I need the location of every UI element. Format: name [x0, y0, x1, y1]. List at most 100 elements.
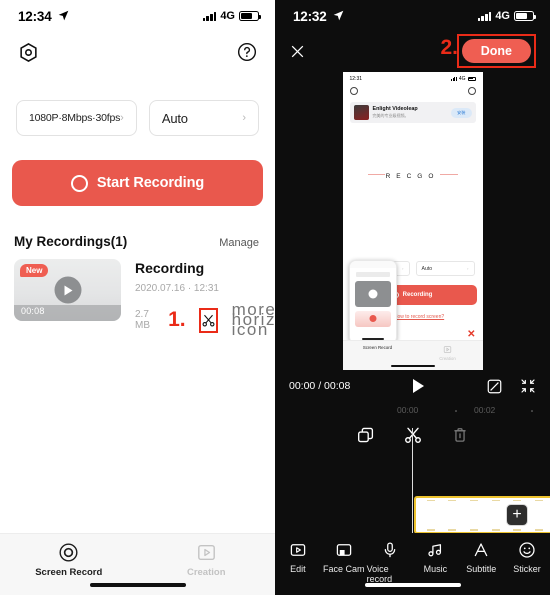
tool-music[interactable]: Music: [412, 541, 458, 574]
left-phone-screen: 12:34 4G 1080P·8Mbps·30fps › Auto › Star…: [0, 0, 326, 595]
video-play-icon: [197, 544, 215, 561]
sidebar-item-creation[interactable]: Creation: [138, 542, 276, 578]
preview-status-bar: 12:31 4G: [343, 72, 483, 85]
network-type-label: 4G: [220, 10, 235, 22]
how-to-link-text: How to record screen?: [393, 314, 445, 321]
dual-phone-screenshot: 12:34 4G 1080P·8Mbps·30fps › Auto › Star…: [0, 0, 550, 595]
tool-edit[interactable]: Edit: [275, 541, 321, 574]
play-button-icon[interactable]: [54, 276, 81, 304]
done-button[interactable]: Done: [461, 39, 531, 63]
preview-floating-window: [348, 260, 397, 344]
hex-settings-icon[interactable]: [16, 40, 40, 64]
music-note-icon: [428, 544, 442, 557]
start-recording-button[interactable]: Start Recording: [12, 160, 263, 206]
battery-icon: [514, 11, 537, 21]
floating-window-text: [355, 272, 390, 277]
tool-voice-record[interactable]: Voice record: [367, 541, 413, 584]
my-recordings-title: My Recordings(1): [14, 234, 128, 249]
ruler-tick: [531, 410, 533, 412]
tool-face-cam-label: Face Cam: [322, 564, 365, 574]
timeline-clip[interactable]: +: [414, 496, 550, 534]
scissors-icon[interactable]: [198, 307, 218, 333]
preview-watermark: RECGO: [343, 165, 483, 183]
orientation-selector-label: Auto: [161, 110, 188, 126]
floating-window-thumb: [354, 281, 391, 307]
chevron-right-icon: ›: [120, 112, 124, 124]
status-indicators: 4G: [477, 10, 537, 22]
compress-icon[interactable]: [520, 378, 536, 394]
watermark-text: RECGO: [384, 173, 441, 180]
preview-signal-icon: [451, 76, 457, 81]
tool-subtitle[interactable]: Subtitle: [458, 541, 504, 574]
tool-voice-record-label: Voice record: [366, 564, 393, 584]
ruler-label-0: 00:00: [397, 405, 419, 415]
tool-subtitle-label: Subtitle: [466, 564, 497, 574]
timeline-ruler: 00:00 00:02: [275, 402, 550, 418]
video-preview-frame[interactable]: 12:31 4G Enlight Videoleap 完美的专业级视频。 安装 …: [342, 72, 483, 370]
tool-face-cam[interactable]: Face Cam: [321, 541, 367, 574]
record-circle-icon: [59, 543, 78, 562]
tool-sticker[interactable]: Sticker: [504, 541, 550, 574]
manage-button[interactable]: Manage: [219, 237, 259, 249]
tool-music-label: Music: [423, 564, 448, 574]
tab-label-screen-record: Screen Record: [35, 567, 103, 578]
contrast-square-icon[interactable]: [486, 378, 503, 395]
quality-selector-label: 1080P·8Mbps·30fps: [29, 112, 121, 124]
status-time: 12:32: [293, 9, 344, 24]
recording-settings-row: 1080P·8Mbps·30fps › Auto ›: [0, 64, 275, 136]
close-x-icon[interactable]: [289, 43, 306, 60]
preview-help-icon: [467, 87, 476, 95]
editor-top-bar: 2. Done: [275, 32, 550, 70]
recording-thumbnail[interactable]: New 00:08: [14, 259, 121, 321]
location-arrow-icon: [58, 10, 69, 21]
clip-ticks-top: [420, 499, 550, 501]
ruler-tick: [455, 410, 457, 412]
question-circle-icon[interactable]: [235, 40, 259, 64]
add-clip-button[interactable]: +: [506, 504, 528, 526]
play-button[interactable]: [350, 379, 486, 393]
tab-label-creation: Creation: [186, 567, 226, 578]
my-recordings-header: My Recordings(1) Manage: [0, 206, 275, 249]
preview-network-label: 4G: [458, 75, 466, 82]
ad-app-icon: [353, 105, 369, 120]
quality-selector[interactable]: 1080P·8Mbps·30fps ›: [16, 100, 137, 136]
clip-ticks-bottom: [420, 529, 550, 531]
trash-icon[interactable]: [451, 426, 469, 444]
preview-settings-icon: [349, 87, 358, 95]
status-indicators: 4G: [202, 10, 262, 22]
right-phone-screen: 12:32 4G 2. Done 12:31 4G Enlight Videol…: [275, 0, 550, 595]
ad-subtitle: 完美的专业级视频。: [372, 113, 409, 118]
recording-size: 2.7 MB: [135, 309, 150, 331]
location-arrow-icon: [333, 10, 344, 21]
editor-bottom-toolbar: Edit Face Cam Voice record Music Subtitl…: [275, 533, 550, 595]
status-time-text: 12:32: [293, 8, 327, 24]
playback-right-tools: [486, 378, 536, 395]
status-time-text: 12:34: [18, 8, 52, 24]
left-status-bar: 12:34 4G: [0, 0, 275, 32]
playback-control-bar: 00:00 / 00:08: [275, 370, 550, 402]
ad-install-button: 安装: [451, 107, 472, 118]
step-1-marker: 1.: [168, 308, 186, 331]
video-play-icon: [443, 346, 452, 353]
preview-tab-bar: Screen Record Creation: [342, 340, 483, 370]
signal-bars-icon: [477, 11, 492, 21]
letter-a-icon: [474, 543, 488, 557]
preview-home-indicator: [390, 365, 435, 367]
copy-icon[interactable]: [356, 426, 375, 445]
preview-status-right: 4G: [451, 75, 476, 82]
recording-list-item[interactable]: New 00:08 Recording 2020.07.16 · 12:31 2…: [0, 249, 326, 338]
ad-text: Enlight Videoleap 完美的专业级视频。: [373, 106, 448, 119]
preview-record-label: Recording: [402, 292, 433, 298]
step-2-marker: 2.: [440, 36, 458, 59]
preview-tab-label-2: Creation: [439, 356, 456, 361]
ad-title: Enlight Videoleap: [372, 106, 418, 112]
preview-battery-icon: [467, 76, 476, 81]
preview-orientation-label: Auto: [421, 265, 433, 272]
preview-orientation-selector: Auto ›: [415, 261, 475, 276]
sidebar-item-screen-record[interactable]: Screen Record: [0, 542, 138, 578]
orientation-selector[interactable]: Auto ›: [148, 100, 259, 136]
chevron-right-icon: ›: [242, 112, 246, 124]
left-tab-bar: Screen Record Creation: [0, 533, 275, 595]
face-cam-icon: [336, 544, 351, 556]
chevron-right-icon: ›: [467, 266, 469, 271]
